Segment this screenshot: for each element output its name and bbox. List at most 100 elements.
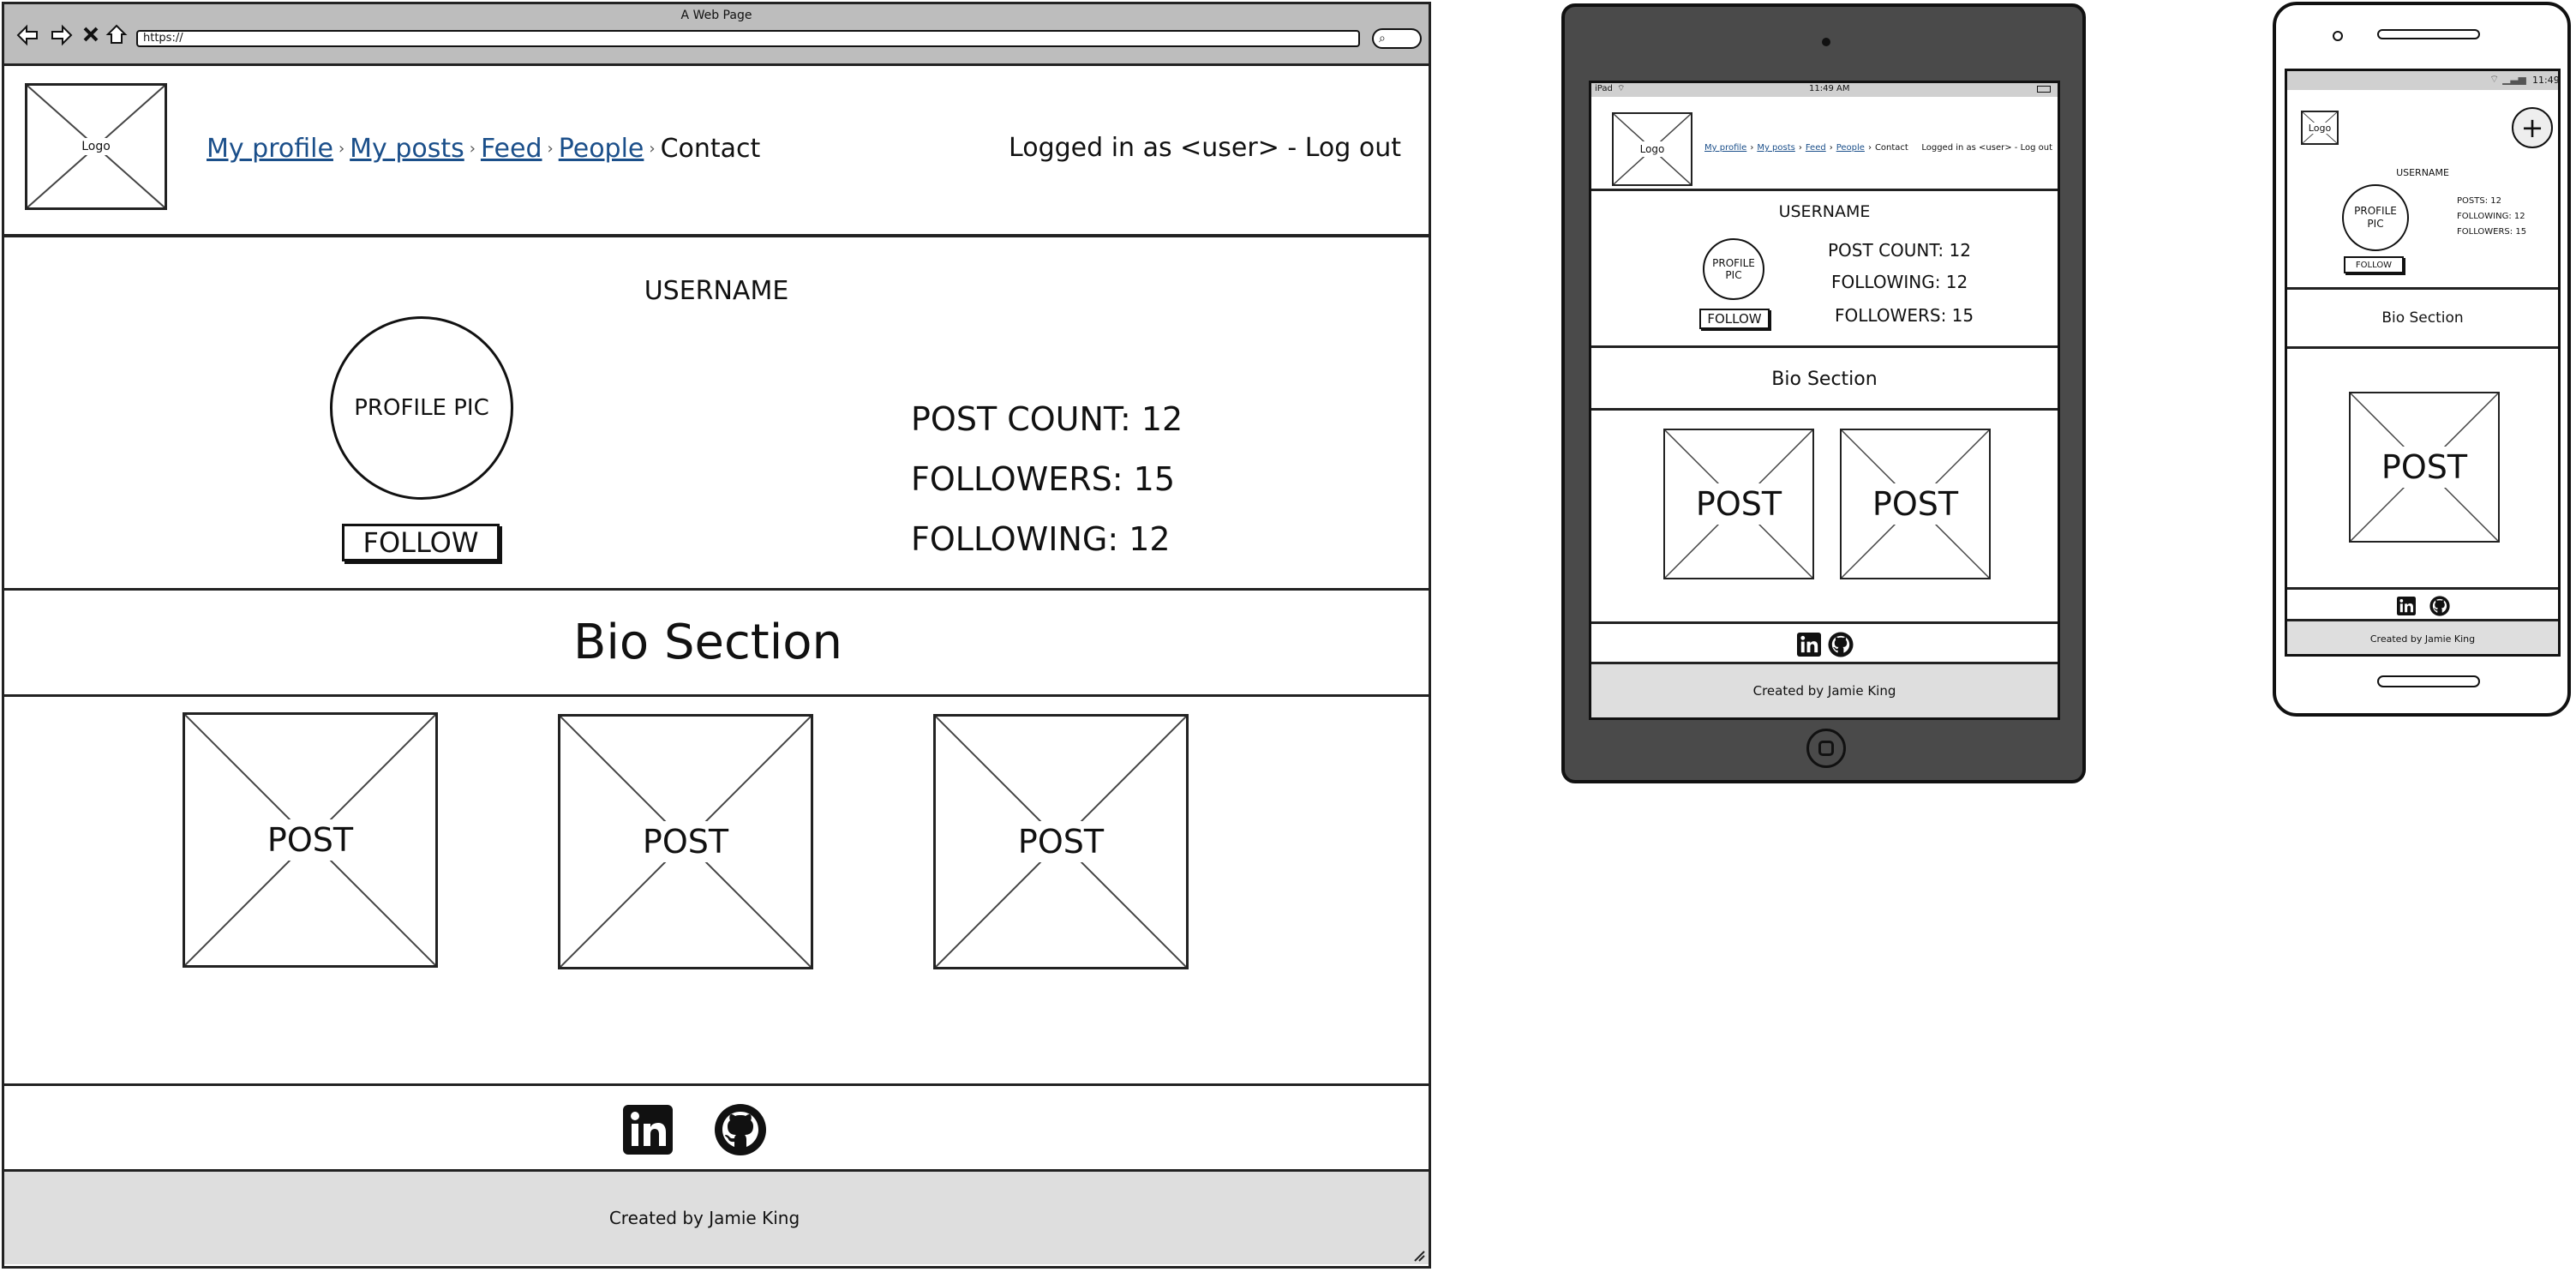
phone-followers-count: FOLLOWERS: 15: [2457, 227, 2527, 237]
breadcrumb-separator: ›: [547, 139, 554, 158]
ipad-profile-pic-label: PROFILE PIC: [1712, 257, 1755, 281]
post-count: POST COUNT: 12: [911, 400, 1183, 438]
ipad-post-label: POST: [1866, 483, 1964, 525]
nav-link-feed[interactable]: Feed: [481, 134, 542, 164]
ipad-nav-link-my-profile[interactable]: My profile: [1704, 143, 1746, 153]
back-icon[interactable]: [16, 23, 40, 47]
stop-icon[interactable]: [81, 25, 100, 44]
breadcrumb-separator: ›: [1750, 143, 1754, 153]
linkedin-icon[interactable]: [623, 1105, 673, 1155]
nav-link-my-posts[interactable]: My posts: [350, 134, 464, 164]
phone-profile-pic-label: PROFILE PIC: [2354, 205, 2397, 230]
ipad-screen: iPad ⌔ 11:49 AM Logo My profile › My pos…: [1589, 81, 2060, 720]
ipad-post-card[interactable]: POST: [1840, 429, 1991, 579]
ipad-device: iPad ⌔ 11:49 AM Logo My profile › My pos…: [1561, 3, 2086, 783]
ipad-nav-link-my-posts[interactable]: My posts: [1757, 143, 1795, 153]
bio-section: Bio Section: [4, 591, 1429, 697]
bio-label: Bio Section: [572, 615, 843, 670]
ipad-login-status[interactable]: Logged in as <user> - Log out: [1917, 143, 2052, 153]
github-icon[interactable]: [714, 1103, 767, 1156]
ipad-logo-placeholder[interactable]: Logo: [1612, 112, 1692, 186]
ipad-github-icon[interactable]: [1828, 632, 1854, 657]
phone-created-by-text: Created by Jamie King: [2369, 633, 2476, 645]
site-header: Logo My profile › My posts › Feed › Peop…: [4, 66, 1429, 237]
ipad-followers-count: FOLLOWERS: 15: [1835, 305, 1974, 326]
ipad-created-by-text: Created by Jamie King: [1752, 683, 1896, 699]
phone-posts-count: POSTS: 12: [2457, 196, 2501, 206]
ipad-posts-grid: POST POST: [1591, 413, 2058, 622]
ipad-post-count: POST COUNT: 12: [1828, 240, 1971, 261]
posts-grid: POST POST POST: [4, 697, 1429, 1086]
phone-username: USERNAME: [2396, 166, 2449, 178]
profile-section: USERNAME PROFILE PIC FOLLOW POST COUNT: …: [4, 241, 1429, 591]
social-footer: [4, 1086, 1429, 1172]
nav-current-contact: Contact: [660, 133, 761, 164]
logo-placeholder[interactable]: Logo: [25, 83, 167, 210]
ipad-bio-label: Bio Section: [1771, 369, 1878, 390]
phone-device: ⌔ ▁▃▅ 11:49 Logo + USERNAME PROFILE PIC …: [2273, 2, 2571, 717]
post-label: POST: [637, 821, 734, 862]
phone-signal-icon: ⌔ ▁▃▅: [2489, 73, 2526, 85]
ipad-status-time: 11:49 AM: [1809, 84, 1850, 93]
post-card[interactable]: POST: [183, 712, 438, 968]
ipad-nav-link-feed[interactable]: Feed: [1806, 143, 1826, 153]
ipad-username: USERNAME: [1778, 202, 1871, 221]
nav-link-people[interactable]: People: [559, 134, 644, 164]
logo-label: Logo: [76, 138, 116, 155]
breadcrumb-separator: ›: [1867, 143, 1872, 153]
ipad-linkedin-icon[interactable]: [1797, 633, 1821, 657]
follow-button[interactable]: FOLLOW: [342, 524, 500, 561]
following-count: FOLLOWING: 12: [911, 520, 1171, 558]
forward-icon[interactable]: [49, 23, 73, 47]
ipad-following-count: FOLLOWING: 12: [1831, 272, 1968, 292]
post-card[interactable]: POST: [558, 714, 813, 969]
phone-logo-placeholder[interactable]: Logo: [2301, 111, 2339, 145]
ipad-post-card[interactable]: POST: [1663, 429, 1814, 579]
window-title: A Web Page: [680, 9, 752, 22]
phone-created-footer: Created by Jamie King: [2287, 621, 2558, 654]
home-square-icon: [1818, 741, 1834, 756]
search-box[interactable]: ⌕: [1372, 28, 1422, 49]
ipad-bio-section: Bio Section: [1591, 351, 2058, 411]
phone-speaker: [2377, 29, 2480, 39]
phone-post-label: POST: [2375, 447, 2473, 488]
breadcrumb-separator: ›: [469, 139, 476, 158]
phone-follow-button[interactable]: FOLLOW: [2344, 256, 2404, 273]
phone-github-icon[interactable]: [2429, 596, 2450, 616]
battery-icon: [2037, 86, 2051, 93]
home-icon[interactable]: [105, 23, 128, 45]
profile-pic-label: PROFILE PIC: [354, 395, 489, 421]
desktop-window: A Web Page https:// ⌕ Logo My profile › …: [2, 2, 1431, 1269]
ipad-follow-button[interactable]: FOLLOW: [1699, 309, 1770, 329]
ipad-status-bar: iPad ⌔ 11:49 AM: [1591, 83, 2058, 97]
camera-icon: [1822, 38, 1830, 46]
phone-linkedin-icon[interactable]: [2397, 597, 2416, 615]
ipad-post-label: POST: [1690, 483, 1788, 525]
ipad-logo-label: Logo: [1634, 141, 1670, 157]
login-status[interactable]: Logged in as <user> - Log out: [981, 131, 1401, 165]
phone-status-bar: ⌔ ▁▃▅ 11:49: [2287, 71, 2558, 90]
created-by-text: Created by Jamie King: [608, 1208, 800, 1228]
ipad-nav-link-people[interactable]: People: [1836, 143, 1865, 153]
wifi-icon: ⌔: [1617, 84, 1626, 93]
post-label: POST: [1012, 821, 1110, 862]
browser-chrome: A Web Page https:// ⌕: [4, 4, 1429, 66]
plus-icon: +: [2520, 111, 2544, 144]
add-post-button[interactable]: +: [2512, 107, 2553, 148]
ipad-profile-pic: PROFILE PIC: [1703, 238, 1764, 300]
breadcrumb-separator: ›: [649, 139, 656, 158]
nav-link-my-profile[interactable]: My profile: [207, 134, 333, 164]
phone-bio-label: Bio Section: [2381, 309, 2464, 327]
post-card[interactable]: POST: [933, 714, 1189, 969]
phone-bio-section: Bio Section: [2287, 287, 2558, 349]
ipad-home-button[interactable]: [1806, 729, 1846, 768]
phone-post-card[interactable]: POST: [2349, 392, 2500, 543]
breadcrumb-separator: ›: [338, 139, 345, 158]
resize-grip-icon[interactable]: [1413, 1249, 1425, 1262]
breadcrumb-separator: ›: [1829, 143, 1833, 153]
phone-camera-icon: [2333, 31, 2343, 41]
url-field[interactable]: https://: [136, 30, 1360, 47]
phone-home-bar[interactable]: [2377, 675, 2480, 687]
phone-following-count: FOLLOWING: 12: [2457, 212, 2525, 221]
post-label: POST: [261, 819, 359, 861]
